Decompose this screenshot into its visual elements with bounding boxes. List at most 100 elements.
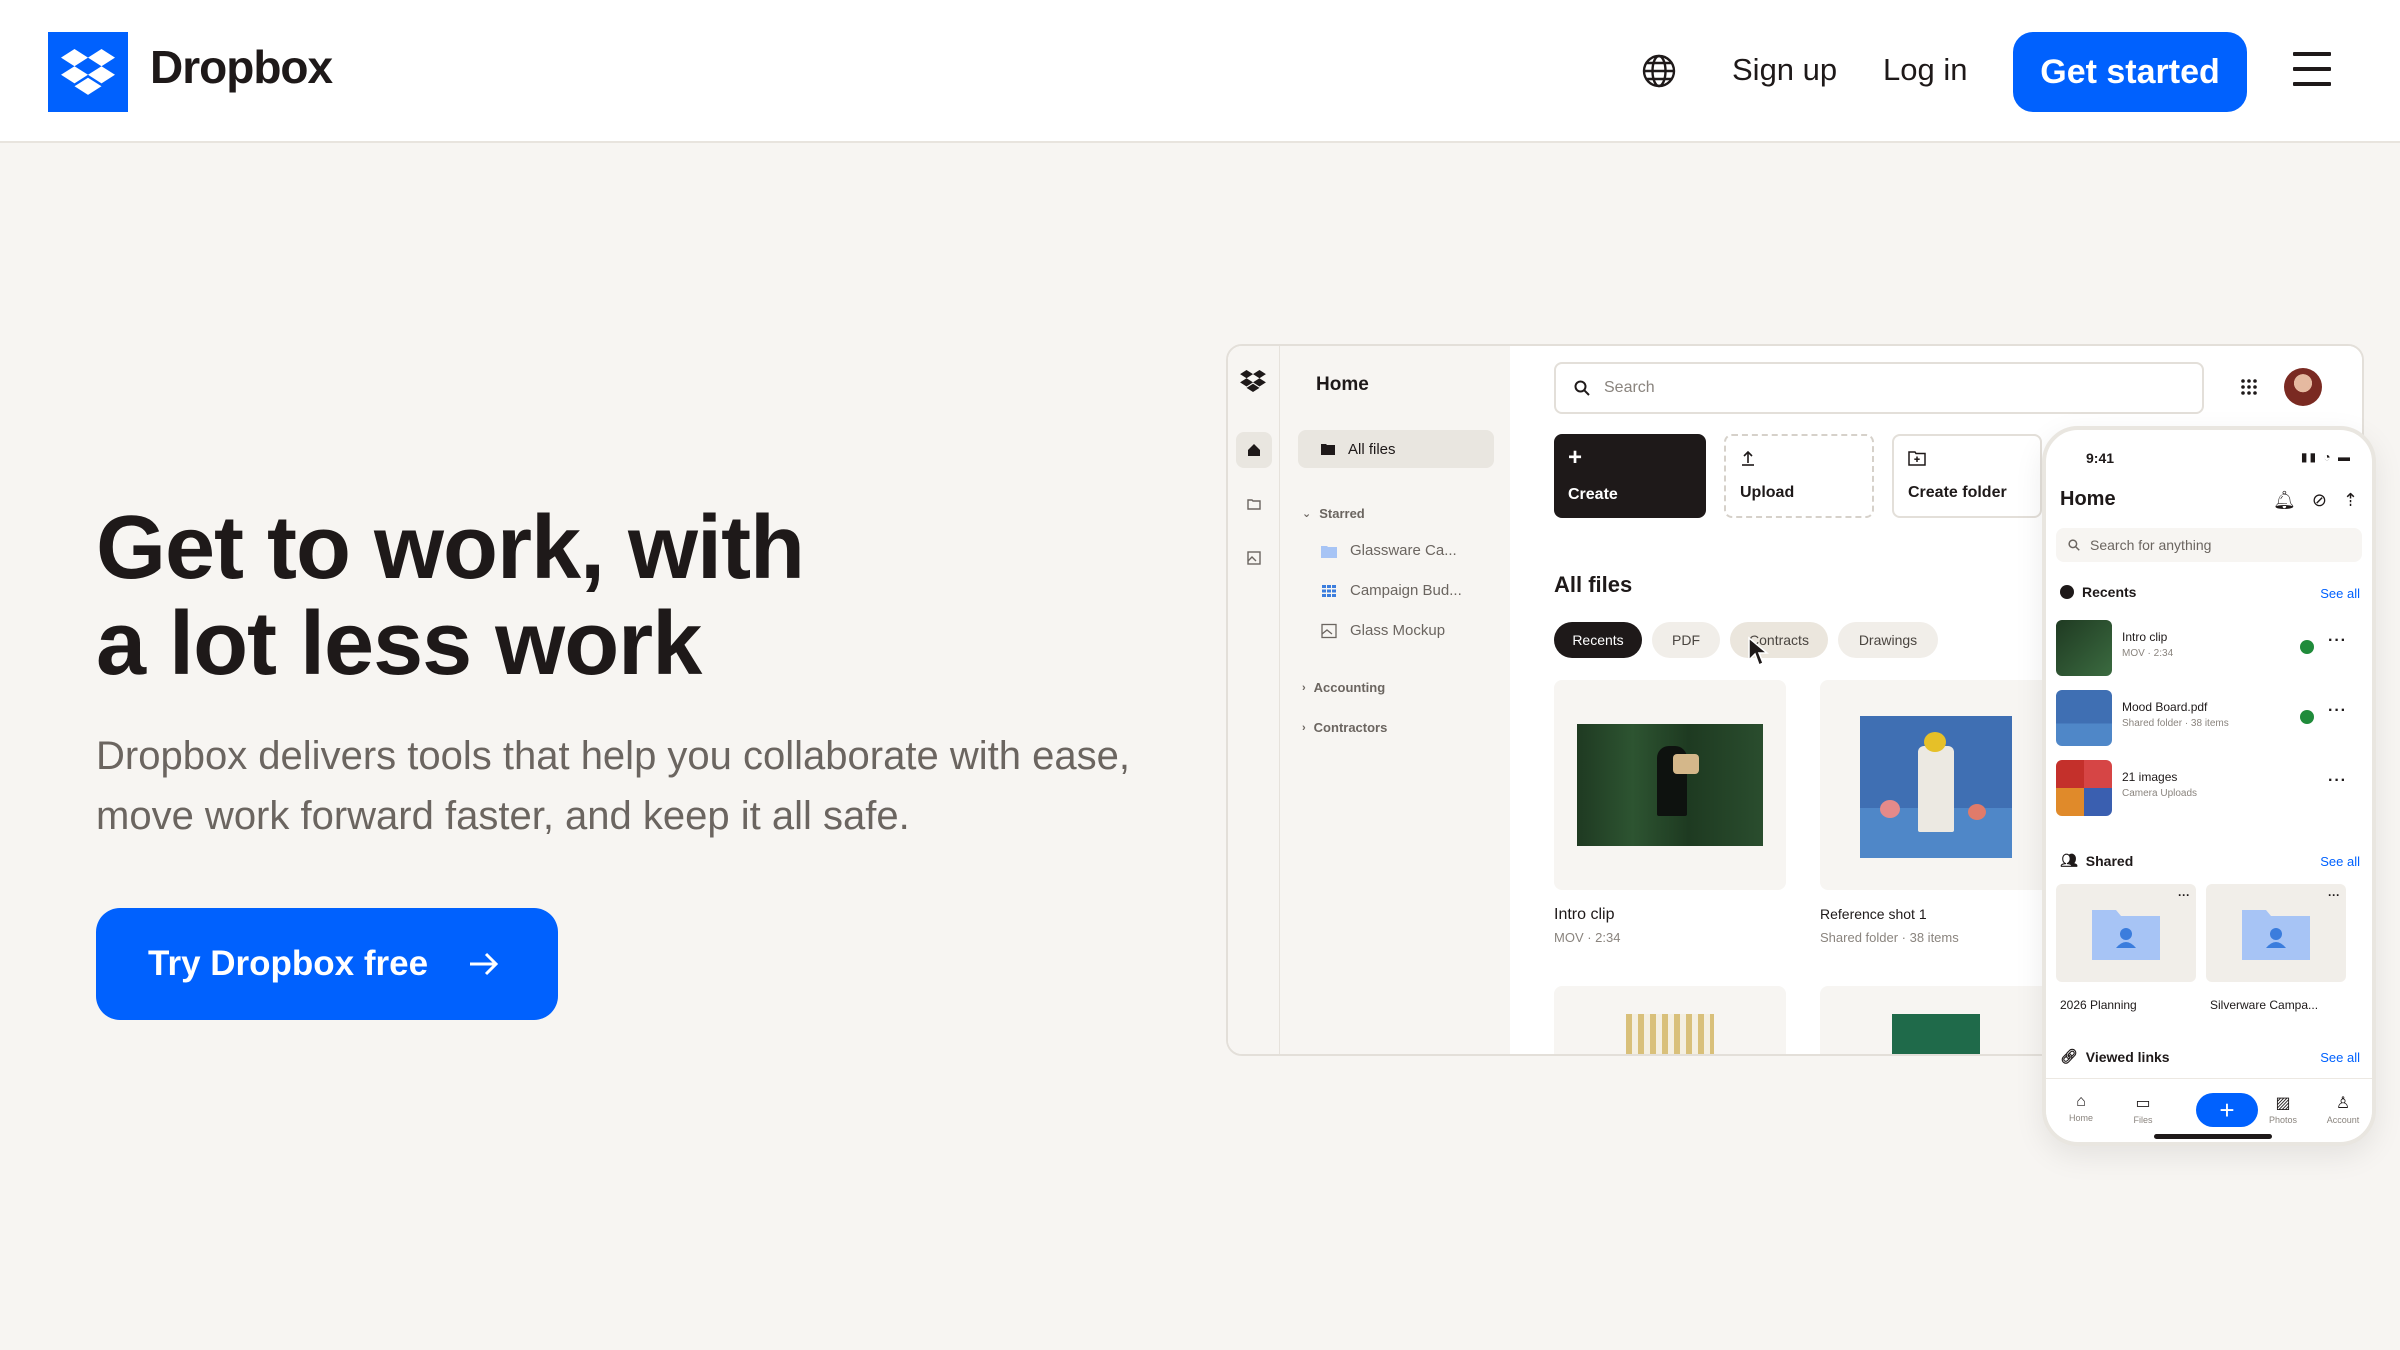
recents-see-all-link[interactable]: See all: [2320, 586, 2360, 601]
get-started-button[interactable]: Get started: [2013, 32, 2247, 112]
shared-folder-icon: [2092, 910, 2160, 960]
hero-subtitle: Dropbox delivers tools that help you col…: [96, 734, 1130, 838]
create-folder-button[interactable]: Create folder: [1892, 434, 2042, 518]
folder-icon[interactable]: [1236, 486, 1272, 522]
list-item[interactable]: 21 images Camera Uploads ···: [2056, 760, 2366, 818]
list-item-title: Mood Board.pdf: [2122, 700, 2208, 714]
search-icon: [1574, 380, 1590, 396]
photos-icon: ▨: [2275, 1095, 2291, 1112]
more-options-icon[interactable]: ···: [2178, 888, 2190, 902]
sidebar-item-all-files[interactable]: All files: [1298, 430, 1494, 468]
pdf-thumbnail: [2056, 690, 2112, 746]
try-dropbox-free-button[interactable]: Try Dropbox free: [96, 908, 558, 1020]
list-item-title: Intro clip: [2122, 630, 2168, 644]
photos-icon[interactable]: [1236, 540, 1272, 576]
create-button[interactable]: + Create: [1554, 434, 1706, 518]
file-card-title: Intro clip: [1554, 906, 1615, 923]
brand-name[interactable]: Dropbox: [150, 40, 333, 94]
sidebar-section-accounting[interactable]: › Accounting: [1302, 680, 1385, 695]
tab-account[interactable]: ♙ Account: [2318, 1093, 2368, 1125]
more-options-icon[interactable]: ···: [2328, 888, 2340, 902]
create-folder-label: Create folder: [1908, 484, 2007, 501]
file-card-partial[interactable]: [1820, 986, 2052, 1054]
list-item[interactable]: Mood Board.pdf Shared folder · 38 items …: [2056, 690, 2366, 748]
sidebar-section-contractors[interactable]: › Contractors: [1302, 720, 1387, 735]
image-thumbnail: [1626, 1014, 1714, 1054]
sidebar-item-label: Glass Mockup: [1350, 622, 1446, 639]
tab-files[interactable]: ▭ Files: [2118, 1093, 2168, 1125]
home-icon: ⌂: [2076, 1093, 2086, 1110]
section-label: Viewed links: [2085, 1048, 2170, 1065]
shared-folder-label: Silverware Campa...: [2210, 998, 2319, 1012]
viewed-links-see-all-link[interactable]: See all: [2320, 1050, 2360, 1065]
shared-heading: 👥︎ Shared: [2060, 852, 2133, 869]
video-thumbnail: [1577, 724, 1763, 846]
shared-folder-card[interactable]: ···: [2206, 884, 2346, 982]
log-in-link[interactable]: Log in: [1883, 52, 1967, 88]
dropbox-logo-icon[interactable]: [48, 32, 128, 112]
filter-chip-pdf[interactable]: PDF: [1652, 622, 1720, 658]
upload-button[interactable]: Upload: [1724, 434, 1874, 518]
hero-title-line-1: Get to work, with: [96, 498, 805, 598]
filter-chip-drawings[interactable]: Drawings: [1838, 622, 1938, 658]
upload-icon[interactable]: ⇡: [2343, 490, 2358, 511]
sidebar-item-campaign-budget[interactable]: Campaign Bud...: [1320, 582, 1462, 599]
list-item[interactable]: Intro clip MOV · 2:34 ···: [2056, 620, 2366, 678]
shared-folder-icon: [2242, 910, 2310, 960]
tab-label: Files: [2133, 1115, 2153, 1125]
sidebar-section-starred[interactable]: ⌄ Starred: [1302, 506, 1365, 521]
section-label: Recents: [2082, 584, 2137, 600]
sidebar-section-label: Accounting: [1313, 680, 1386, 695]
add-button[interactable]: +: [2196, 1093, 2258, 1127]
globe-icon[interactable]: [1640, 52, 1678, 90]
more-options-icon[interactable]: ···: [2328, 772, 2347, 790]
home-indicator: [2154, 1134, 2272, 1139]
home-icon[interactable]: [1236, 432, 1272, 468]
avatar[interactable]: [2284, 368, 2322, 406]
folder-icon: [1321, 545, 1337, 558]
sidebar-item-label: Glassware Ca...: [1350, 542, 1457, 559]
more-options-icon[interactable]: ···: [2328, 702, 2347, 720]
app-sidebar: Home All files ⌄ Starred Glassware Ca...…: [1280, 346, 1510, 1054]
file-card-intro-clip[interactable]: [1554, 680, 1786, 890]
sidebar-section-label: Contractors: [1313, 720, 1388, 735]
mouse-cursor-icon: [1748, 636, 1769, 667]
filter-chip-recents[interactable]: Recents: [1554, 622, 1642, 658]
section-label: Shared: [2085, 852, 2134, 869]
mobile-page-title: Home: [2060, 488, 2116, 510]
sidebar-item-label: All files: [1348, 440, 1396, 458]
shared-see-all-link[interactable]: See all: [2320, 854, 2360, 869]
create-label: Create: [1568, 486, 1618, 503]
try-dropbox-free-label: Try Dropbox free: [148, 944, 429, 983]
bell-icon[interactable]: 🔔︎: [2273, 490, 2296, 511]
more-options-icon[interactable]: ···: [2328, 632, 2347, 650]
filter-chip-contracts[interactable]: Contracts: [1730, 622, 1828, 658]
search-input[interactable]: Search: [1554, 362, 2204, 414]
mobile-search-input[interactable]: Search for anything: [2056, 528, 2362, 562]
file-card-reference-shot[interactable]: [1820, 680, 2052, 890]
camera-off-icon[interactable]: ⊘: [2312, 490, 2327, 511]
file-card-meta: Shared folder · 38 items: [1820, 930, 1959, 945]
shared-folder-card[interactable]: ···: [2056, 884, 2196, 982]
file-card-meta: MOV · 2:34: [1554, 930, 1621, 945]
sidebar-item-glassware[interactable]: Glassware Ca...: [1320, 542, 1457, 559]
tab-home[interactable]: ⌂ Home: [2056, 1093, 2106, 1123]
search-placeholder: Search: [1604, 379, 1655, 396]
recents-heading: Recents: [2060, 584, 2136, 600]
people-icon: 👥︎: [2060, 852, 2078, 868]
tab-photos[interactable]: ▨ Photos: [2258, 1093, 2308, 1125]
file-card-partial[interactable]: [1554, 986, 1786, 1054]
sidebar-section-label: Starred: [1319, 506, 1365, 521]
tab-label: Account: [2326, 1115, 2360, 1125]
status-bar-time: 9:41: [2086, 450, 2115, 466]
sign-up-link[interactable]: Sign up: [1732, 52, 1837, 88]
top-navigation: Dropbox Sign up Log in Get started: [0, 0, 2400, 143]
menu-icon[interactable]: [2293, 52, 2331, 88]
chevron-down-icon: ⌄: [1302, 508, 1312, 520]
upload-label: Upload: [1740, 484, 1795, 501]
sidebar-item-glass-mockup[interactable]: Glass Mockup: [1320, 622, 1445, 639]
account-icon: ♙: [2335, 1095, 2351, 1112]
dropbox-logo-icon: [1240, 370, 1266, 392]
link-icon: 🔗︎: [2060, 1048, 2078, 1064]
apps-grid-icon[interactable]: [2240, 378, 2258, 396]
